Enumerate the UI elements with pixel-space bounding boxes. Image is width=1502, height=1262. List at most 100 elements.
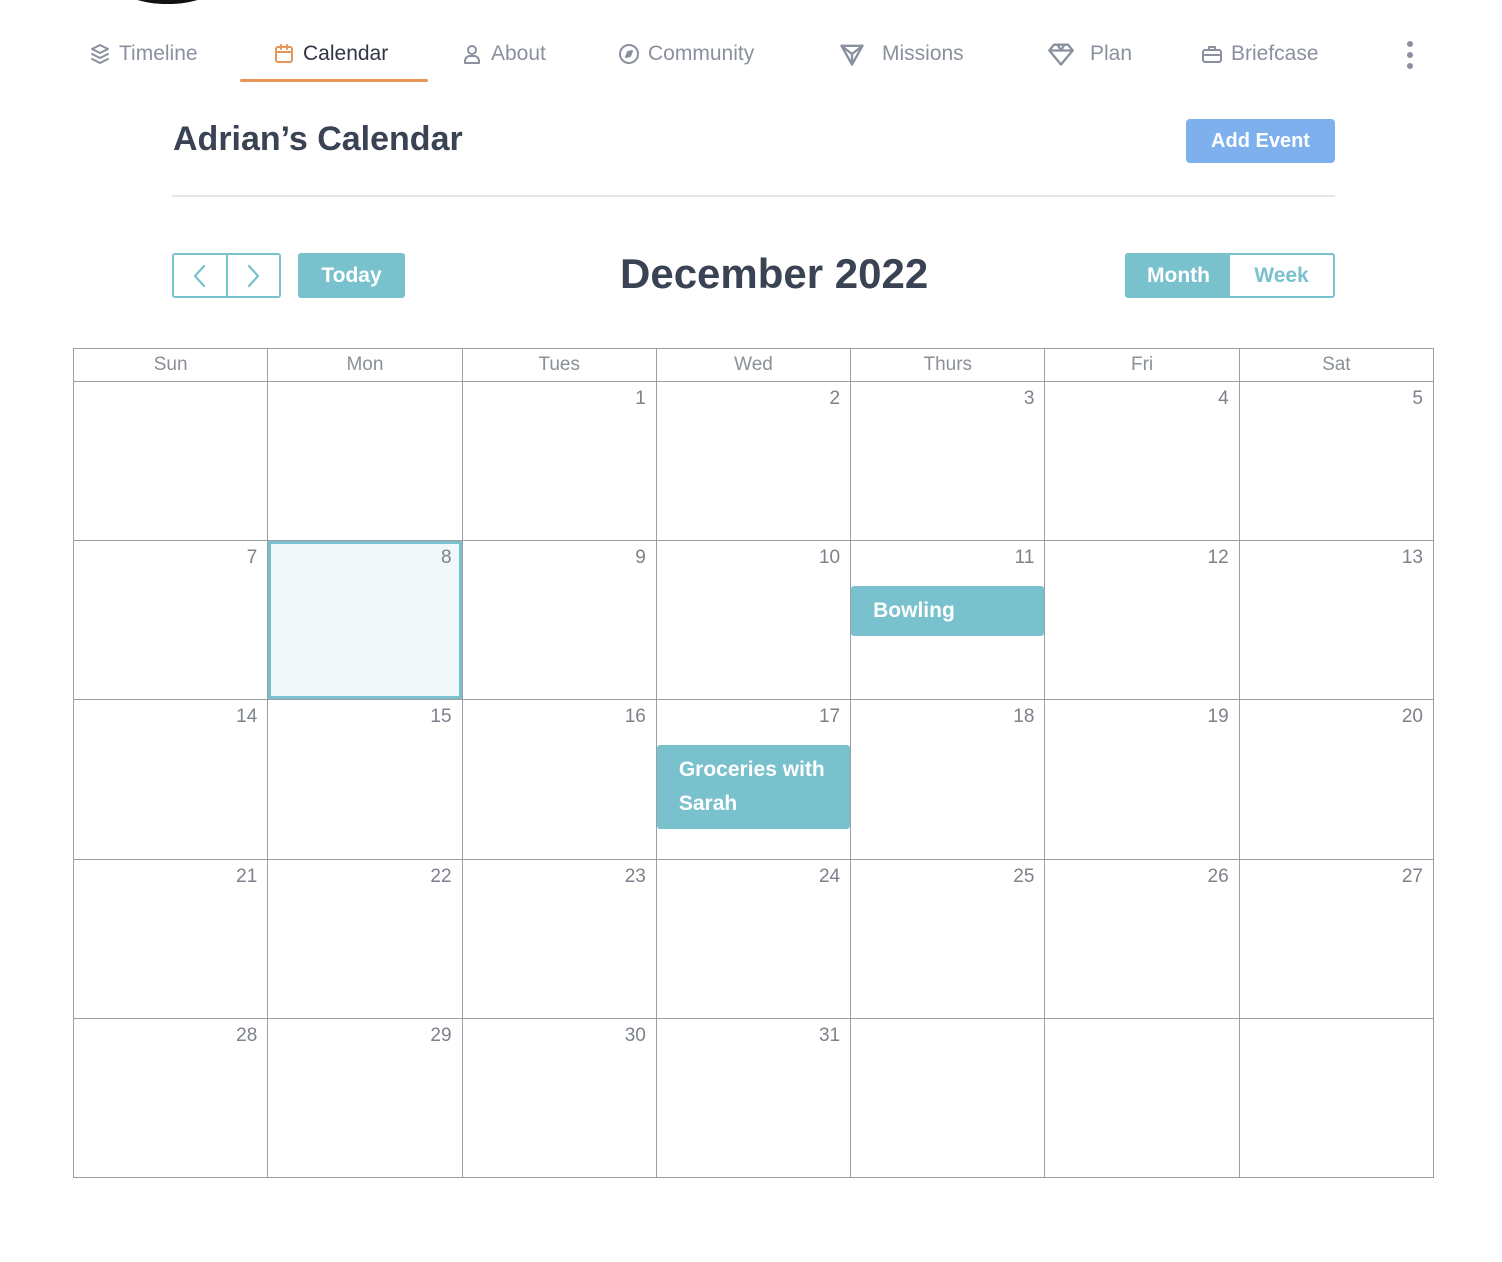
day-number: 16 (624, 706, 646, 728)
day-cell[interactable]: 28 (74, 1019, 267, 1177)
day-cell[interactable]: 19 (1044, 700, 1238, 859)
triangle-icon (840, 44, 864, 66)
day-cell[interactable]: 15 (267, 700, 461, 859)
day-number: 24 (818, 865, 841, 887)
day-cell[interactable]: 13 (1238, 541, 1433, 700)
chevron-left-icon (193, 264, 205, 287)
day-number: 20 (1401, 706, 1423, 728)
day-cell[interactable]: 25 (850, 859, 1044, 1018)
day-cell[interactable]: 26 (1044, 859, 1238, 1018)
day-cell[interactable]: 14 (74, 700, 267, 858)
view-toggle: Month Week (1125, 253, 1335, 298)
day-cell[interactable]: 5 (1238, 382, 1433, 541)
nav-tab-calendar[interactable]: Calendar (272, 36, 388, 72)
day-cell-empty (74, 382, 267, 540)
day-number: 1 (635, 388, 646, 409)
calendar-event[interactable]: Groceries with Sarah (656, 745, 851, 830)
day-cell[interactable]: 29 (267, 1018, 461, 1178)
weekday-label: Fri (1044, 349, 1238, 381)
day-cell[interactable]: 24 (655, 859, 850, 1018)
day-number: 29 (430, 1024, 452, 1046)
day-number: 25 (1013, 865, 1035, 887)
day-cell[interactable]: 9 (461, 541, 656, 700)
day-cell[interactable]: 30 (461, 1018, 656, 1178)
weekday-label: Sun (153, 354, 188, 375)
day-cell-today[interactable]: 8 (267, 541, 462, 700)
weekday-label: Wed (655, 349, 850, 381)
calendar-event[interactable]: Bowling (851, 586, 1045, 637)
day-cell[interactable]: 2 (655, 382, 850, 541)
day-number: 3 (1023, 388, 1035, 409)
day-number: 5 (1412, 388, 1423, 409)
day-cell[interactable]: 23 (461, 859, 656, 1018)
day-cell[interactable]: 17 Groceries with Sarah (655, 700, 851, 859)
week-row: 7 8 9 10 11 Bowling 12 13 (74, 540, 1433, 700)
week-view-button[interactable]: Week (1230, 255, 1333, 296)
day-cell[interactable]: 31 (655, 1018, 850, 1178)
nav-tab-label: Plan (1090, 42, 1133, 65)
week-row: 28 29 30 31 (74, 1017, 1433, 1178)
day-number: 22 (430, 865, 452, 887)
day-number: 18 (1013, 706, 1035, 728)
add-event-button[interactable]: Add Event (1186, 119, 1335, 163)
nav-tab-label: Community (648, 42, 755, 65)
day-number: 7 (246, 547, 258, 569)
day-number: 15 (430, 706, 452, 728)
day-cell[interactable]: 27 (1238, 859, 1433, 1018)
day-number: 23 (624, 865, 646, 887)
day-cell[interactable]: 11 Bowling (850, 541, 1045, 700)
day-cell[interactable]: 12 (1044, 541, 1238, 700)
header-divider (172, 195, 1335, 197)
day-cell[interactable]: 16 (461, 700, 656, 859)
next-month-button[interactable] (225, 255, 279, 296)
nav-tab-about[interactable]: About (460, 36, 546, 72)
day-number: 11 (1014, 547, 1035, 569)
day-number: 27 (1401, 865, 1423, 887)
day-number: 13 (1401, 547, 1423, 569)
day-cell[interactable]: 1 (461, 382, 656, 541)
month-navigation (172, 253, 281, 298)
nav-tab-community[interactable]: Community (617, 36, 754, 72)
more-vertical-icon[interactable] (1400, 38, 1420, 72)
day-number: 17 (818, 706, 841, 728)
day-cell-empty (267, 382, 461, 541)
day-cell[interactable]: 10 (655, 541, 850, 700)
day-cell[interactable]: 18 (850, 700, 1044, 859)
day-number: 2 (829, 388, 841, 409)
calendar-grid: Sun Mon Tues Wed Thurs Fri Sat 123457891… (73, 348, 1434, 1178)
week-row: 1 2 3 4 5 (74, 382, 1433, 541)
nav-tab-briefcase[interactable]: Briefcase (1200, 36, 1319, 72)
chevron-right-icon (248, 264, 260, 287)
page-title: Adrian’s Calendar (173, 120, 463, 158)
nav-tab-timeline[interactable]: Timeline (88, 36, 198, 72)
prev-month-button[interactable] (174, 255, 226, 296)
weekday-label: Tues (461, 349, 656, 381)
calendar-icon (275, 44, 293, 63)
day-cell-empty (1238, 1018, 1433, 1178)
day-cell[interactable]: 7 (74, 541, 267, 699)
day-number: 26 (1207, 865, 1229, 887)
day-number: 19 (1207, 706, 1229, 728)
month-view-button[interactable]: Month (1127, 255, 1230, 296)
nav-tab-label: Briefcase (1231, 42, 1319, 65)
day-number: 9 (635, 547, 646, 569)
today-button[interactable]: Today (298, 253, 405, 298)
nav-tab-plan[interactable]: Plan (1046, 36, 1132, 72)
day-cell-empty (1044, 1018, 1238, 1178)
day-cell[interactable]: 21 (74, 860, 267, 1018)
day-number: 31 (818, 1024, 841, 1046)
weeks: 1 2 3 4 5 7 8 9 10 11 Bowling 12 13 14 15 16 17 Groceries… (74, 382, 1433, 1178)
nav-tab-label: Timeline (119, 42, 198, 65)
weekday-label: Mon (267, 349, 461, 381)
day-number: 12 (1207, 547, 1229, 569)
main-nav: Timeline Calendar About Community Missio… (0, 0, 1502, 90)
day-number: 30 (624, 1024, 646, 1046)
nav-tab-missions[interactable]: Missions (838, 36, 964, 72)
weekday-label: Thurs (850, 349, 1044, 381)
nav-tab-label: Missions (882, 42, 964, 65)
day-cell[interactable]: 3 (850, 382, 1044, 541)
day-number: 8 (440, 547, 452, 569)
day-cell[interactable]: 4 (1044, 382, 1238, 541)
day-cell[interactable]: 20 (1238, 700, 1433, 859)
day-cell[interactable]: 22 (267, 859, 461, 1018)
